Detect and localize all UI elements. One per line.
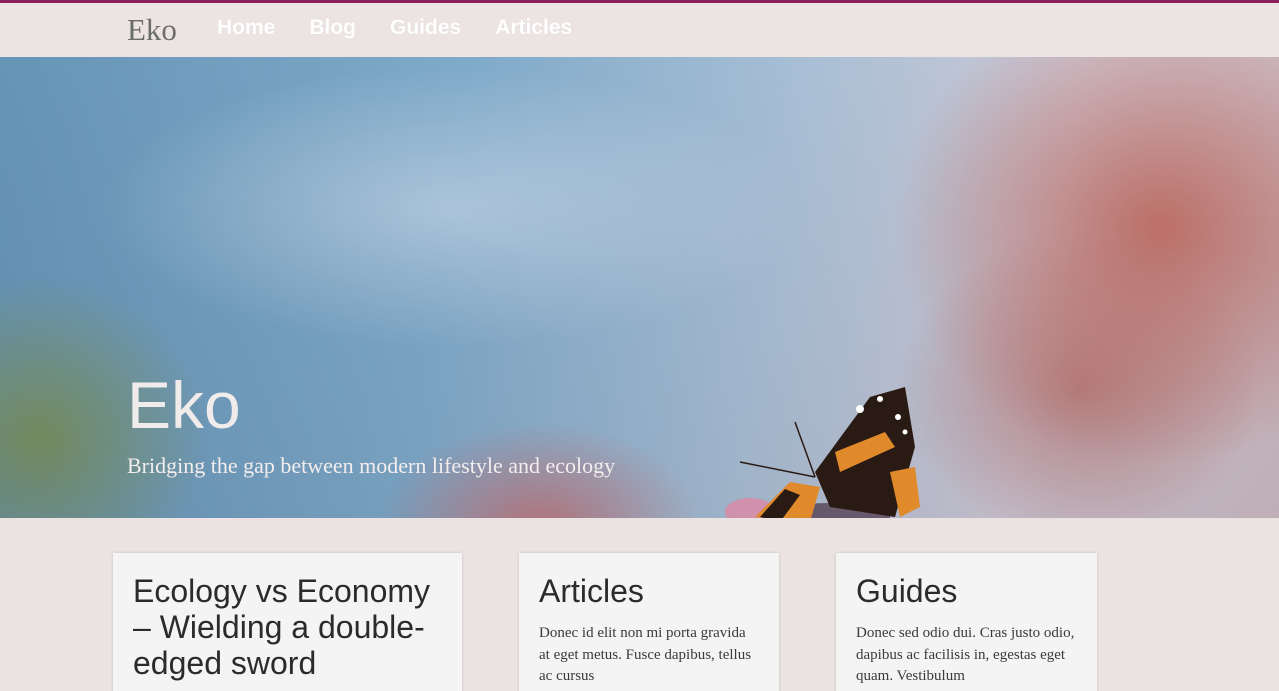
- nav-blog[interactable]: Blog: [309, 16, 356, 40]
- main-nav: Home Blog Guides Articles: [217, 16, 606, 40]
- hero-title: Eko: [127, 368, 241, 442]
- card-articles: Articles Donec id elit non mi porta grav…: [519, 553, 779, 691]
- card-text: Donec sed odio dui. Cras justo odio, dap…: [856, 625, 1075, 684]
- card-title[interactable]: Articles: [539, 573, 759, 609]
- brand-logo[interactable]: Eko: [127, 12, 177, 48]
- card-text: Donec id elit non mi porta gravida at eg…: [539, 625, 752, 684]
- card-title[interactable]: Guides: [856, 573, 1077, 609]
- card-ecology: Ecology vs Economy – Wielding a double-e…: [113, 553, 462, 691]
- hero-banner: Eko Bridging the gap between modern life…: [0, 57, 1279, 518]
- butterfly-image: [725, 387, 920, 518]
- nav-home[interactable]: Home: [217, 16, 275, 40]
- top-navbar: Eko Home Blog Guides Articles: [0, 0, 1279, 57]
- card-title[interactable]: Ecology vs Economy – Wielding a double-e…: [133, 573, 442, 681]
- card-guides: Guides Donec sed odio dui. Cras justo od…: [836, 553, 1097, 691]
- nav-articles[interactable]: Articles: [495, 16, 572, 40]
- nav-guides[interactable]: Guides: [390, 16, 461, 40]
- hero-subtitle: Bridging the gap between modern lifestyl…: [127, 453, 616, 478]
